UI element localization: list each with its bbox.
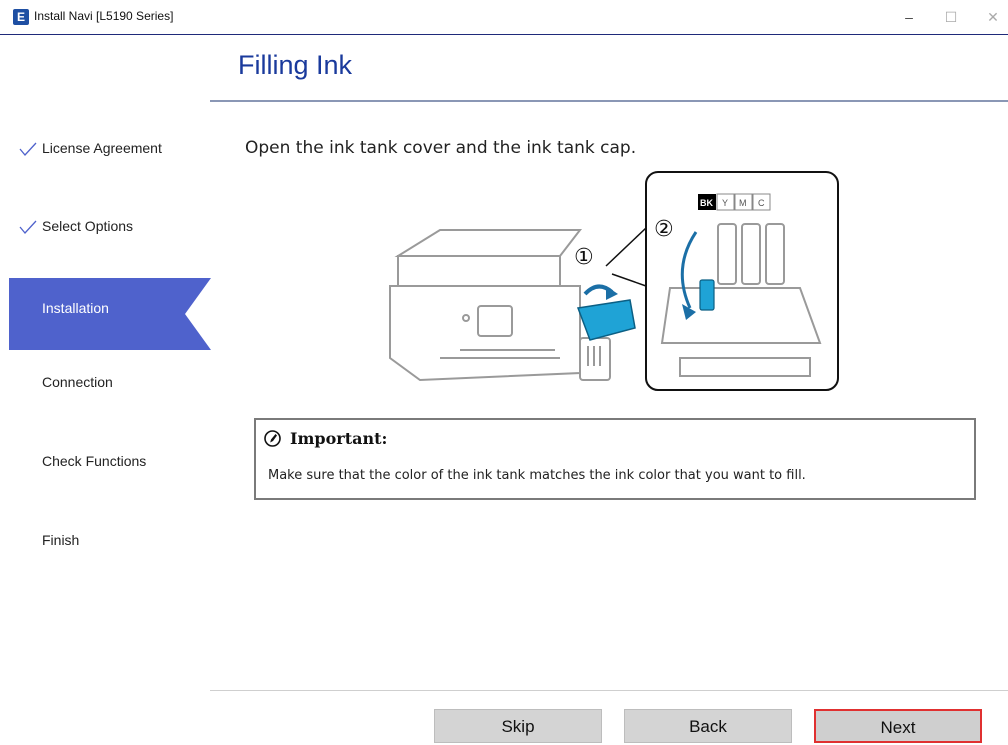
window-titlebar: E Install Navi [L5190 Series] – ☐ ✕ (0, 0, 1008, 35)
close-button[interactable]: ✕ (978, 6, 1008, 28)
step1-marker: ① (574, 245, 594, 270)
sidebar-step-label: Connection (42, 374, 113, 390)
header-divider (210, 100, 1008, 102)
minimize-button[interactable]: – (894, 6, 924, 28)
sidebar-step-connection: Connection (9, 352, 211, 424)
app-icon: E (13, 9, 29, 25)
important-title: Important: (290, 429, 388, 448)
check-icon (19, 220, 37, 234)
sidebar-step-label: Finish (42, 532, 80, 548)
sidebar-step-label: Select Options (42, 218, 134, 234)
tank-label-y: Y (722, 198, 728, 208)
active-step-notch (185, 278, 211, 350)
maximize-button[interactable]: ☐ (936, 6, 966, 28)
ink-tank-illustration: ① BK Y M C ② (389, 171, 839, 391)
sidebar-step-label: License Agreement (42, 140, 162, 156)
important-body: Make sure that the color of the ink tank… (268, 468, 806, 483)
tank-label-strip: BK Y M C (698, 193, 771, 211)
tank-label-c: C (758, 198, 765, 208)
sidebar-step-check-functions: Check Functions (9, 431, 211, 503)
sidebar-step-installation: Installation (9, 278, 211, 350)
important-icon (264, 430, 281, 447)
sidebar-step-select-options: Select Options (9, 196, 211, 268)
footer-divider (210, 690, 1008, 691)
important-notice: Important: Make sure that the color of t… (254, 418, 976, 500)
page-title: Filling Ink (238, 50, 353, 80)
check-icon (19, 142, 37, 156)
sidebar-step-label: Check Functions (42, 453, 147, 469)
sidebar-step-label: Installation (42, 300, 109, 316)
step2-marker: ② (654, 217, 674, 242)
tank-label-m: M (739, 198, 747, 208)
tank-label-bk: BK (700, 198, 713, 208)
sidebar-step-finish: Finish (9, 510, 211, 582)
window-title: Install Navi [L5190 Series] (34, 9, 174, 23)
sidebar-step-license-agreement: License Agreement (9, 118, 211, 190)
instruction-text: Open the ink tank cover and the ink tank… (245, 138, 637, 158)
